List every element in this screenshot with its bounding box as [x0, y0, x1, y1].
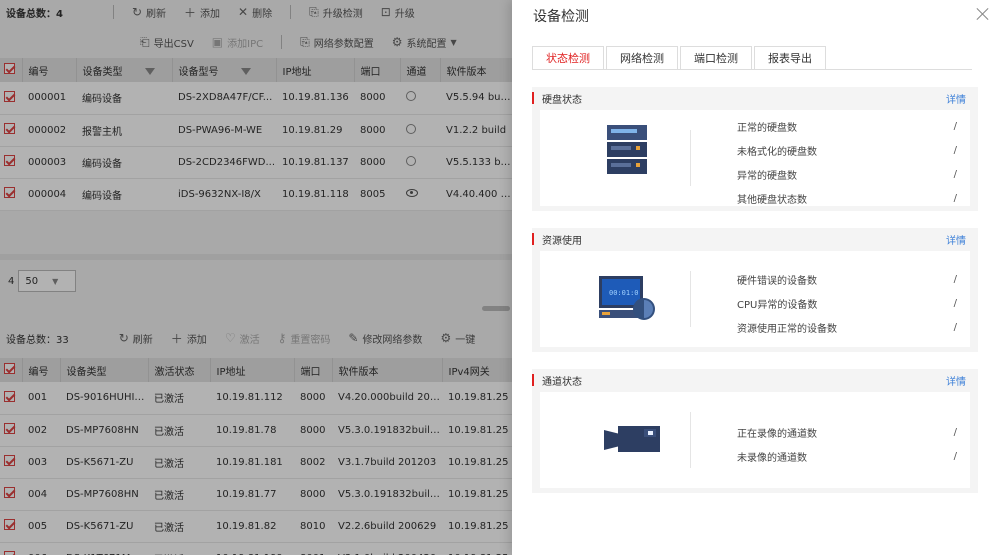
stat-value: /: [953, 120, 957, 132]
stat-row: 未格式化的硬盘数 /: [737, 138, 957, 162]
stat-value: /: [953, 321, 957, 333]
stat-label: 硬件错误的设备数: [737, 275, 817, 287]
close-icon[interactable]: [974, 5, 992, 23]
camera-icon: [604, 426, 660, 452]
stat-label: 其他硬盘状态数: [737, 194, 807, 206]
details-link[interactable]: 详情: [946, 232, 966, 247]
camera-led: [648, 431, 653, 435]
power-led: [602, 312, 610, 315]
stat-value: /: [953, 426, 957, 438]
panel-body: 00:01:0 硬件错误的设备数 / CPU异常的设备数 / 资源使用正常的设备数 /: [540, 251, 970, 347]
stat-row: 其他硬盘状态数 /: [737, 186, 957, 210]
panel-divider: [690, 130, 691, 186]
stat-value: /: [953, 450, 957, 462]
server-light: [611, 129, 637, 133]
stat-row: 未录像的通道数 /: [737, 444, 957, 468]
server-disk-icon: [607, 125, 647, 174]
resource-stats-list: 硬件错误的设备数 / CPU异常的设备数 / 资源使用正常的设备数 /: [737, 267, 957, 339]
panel-body: 正常的硬盘数 / 未格式化的硬盘数 / 异常的硬盘数 / 其他硬盘状态数 /: [540, 110, 970, 206]
server-led: [636, 146, 640, 150]
panel-divider: [690, 412, 691, 468]
disk-status-panel: 硬盘状态 详情 正常的硬盘数 / 未格式化的硬盘数 / 异常的硬盘数 / 其他硬盘状态…: [532, 87, 978, 211]
camera-lens: [604, 430, 620, 450]
stat-label: 未格式化的硬盘数: [737, 146, 817, 158]
stat-label: 资源使用正常的设备数: [737, 323, 837, 335]
details-link[interactable]: 详情: [946, 373, 966, 388]
modal-overlay[interactable]: [0, 0, 512, 555]
stat-value: /: [953, 192, 957, 204]
accent-bar: [532, 92, 534, 104]
server-led: [636, 163, 640, 167]
stat-value: /: [953, 297, 957, 309]
stat-row: 正常的硬盘数 /: [737, 114, 957, 138]
tab-divider: [532, 69, 972, 70]
panel-body: 正在录像的通道数 / 未录像的通道数 /: [540, 392, 970, 488]
stat-value: /: [953, 273, 957, 285]
tab-network-check[interactable]: 网络检测: [606, 46, 678, 70]
channel-status-panel: 通道状态 详情 正在录像的通道数 / 未录像的通道数 /: [532, 369, 978, 493]
server-slot: [611, 146, 631, 150]
tab-port-check[interactable]: 端口检测: [680, 46, 752, 70]
device-check-drawer: 设备检测 状态检测 网络检测 端口检测 报表导出 硬盘状态 详情 正常的硬盘数 …: [512, 0, 1004, 555]
stat-label: 未录像的通道数: [737, 452, 807, 464]
panel-title: 通道状态: [542, 376, 582, 388]
stat-value: /: [953, 144, 957, 156]
details-link[interactable]: 详情: [946, 91, 966, 106]
panel-title: 资源使用: [542, 235, 582, 247]
monitor-clock-icon: 00:01:0: [599, 276, 655, 320]
stat-row: 正在录像的通道数 /: [737, 420, 957, 444]
tab-status-check[interactable]: 状态检测: [532, 46, 604, 70]
disk-stats-list: 正常的硬盘数 / 未格式化的硬盘数 / 异常的硬盘数 / 其他硬盘状态数 /: [737, 114, 957, 210]
server-slot: [611, 163, 631, 167]
screen-text: 00:01:0: [609, 289, 639, 297]
panel-header: 资源使用 详情: [532, 228, 978, 250]
tab-bar: 状态检测 网络检测 端口检测 报表导出: [532, 46, 828, 70]
panel-divider: [690, 271, 691, 327]
stat-value: /: [953, 168, 957, 180]
tab-report-export[interactable]: 报表导出: [754, 46, 826, 70]
stat-label: CPU异常的设备数: [737, 299, 818, 311]
stat-label: 正常的硬盘数: [737, 122, 797, 134]
stat-row: 异常的硬盘数 /: [737, 162, 957, 186]
stat-row: 资源使用正常的设备数 /: [737, 315, 957, 339]
panel-header: 通道状态 详情: [532, 369, 978, 391]
accent-bar: [532, 233, 534, 245]
stat-label: 异常的硬盘数: [737, 170, 797, 182]
stat-row: 硬件错误的设备数 /: [737, 267, 957, 291]
channel-stats-list: 正在录像的通道数 / 未录像的通道数 /: [737, 420, 957, 468]
panel-title: 硬盘状态: [542, 94, 582, 106]
drawer-title: 设备检测: [533, 9, 589, 25]
stat-row: CPU异常的设备数 /: [737, 291, 957, 315]
resource-usage-panel: 资源使用 详情 00:01:0 硬件错误的设备数 / CPU异常的设备数 / 资源使…: [532, 228, 978, 352]
panel-header: 硬盘状态 详情: [532, 87, 978, 109]
accent-bar: [532, 374, 534, 386]
stat-label: 正在录像的通道数: [737, 428, 817, 440]
